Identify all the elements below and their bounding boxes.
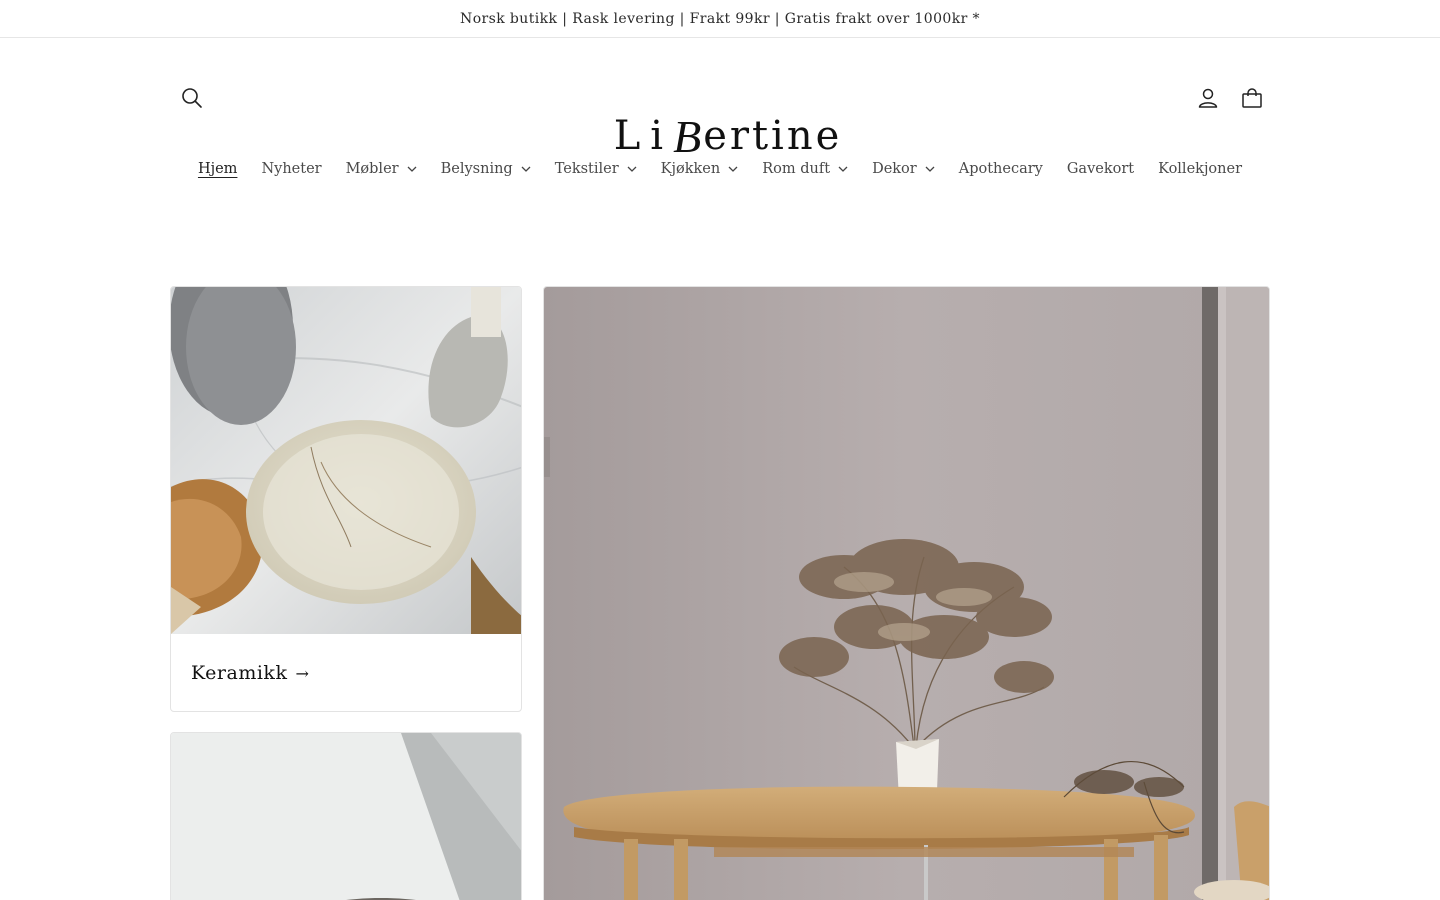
nav-label: Rom duft	[762, 161, 831, 177]
ceramics-photo	[171, 287, 521, 634]
nav-item-kollekjoner[interactable]: Kollekjoner	[1146, 150, 1254, 188]
nav-item-mobler[interactable]: Møbler	[334, 150, 429, 188]
nav-item-kjokken[interactable]: Kjøkken	[649, 150, 751, 188]
nav-label: Apothecary	[958, 161, 1043, 177]
collection-image	[171, 287, 521, 634]
nav-item-gavekort[interactable]: Gavekort	[1055, 150, 1146, 188]
collection-card-featured[interactable]	[543, 286, 1270, 900]
collection-title[interactable]: Keramikk →	[171, 634, 521, 711]
nav-label: Tekstiler	[554, 161, 619, 177]
collection-card-2[interactable]	[170, 732, 522, 900]
chevron-down-icon	[838, 166, 848, 172]
main-nav: Hjem Nyheter Møbler Belysning Tekstiler …	[0, 150, 1440, 188]
nav-label: Gavekort	[1066, 161, 1135, 177]
chevron-down-icon	[925, 166, 935, 172]
site-header: Li Bertine	[0, 38, 1440, 162]
announcement-bar: Norsk butikk | Rask levering | Frakt 99k…	[0, 0, 1440, 38]
collection-card-keramikk[interactable]: Keramikk →	[170, 286, 522, 712]
nav-label: Dekor	[872, 161, 917, 177]
account-icon	[1198, 88, 1218, 108]
nav-label: Belysning	[440, 161, 513, 177]
nav-item-rom-duft[interactable]: Rom duft	[750, 150, 860, 188]
nav-item-dekor[interactable]: Dekor	[860, 150, 947, 188]
chevron-down-icon	[627, 166, 637, 172]
nav-item-nyheter[interactable]: Nyheter	[249, 150, 333, 188]
nav-label: Møbler	[345, 161, 399, 177]
dining-table-photo	[544, 287, 1269, 900]
nav-label: Kollekjoner	[1158, 161, 1243, 177]
chevron-down-icon	[521, 166, 531, 172]
nav-item-tekstiler[interactable]: Tekstiler	[543, 150, 649, 188]
collection-image	[171, 733, 521, 900]
chevron-down-icon	[407, 166, 417, 172]
arrow-right-icon: →	[295, 663, 310, 683]
cart-icon	[1242, 88, 1262, 108]
chevron-down-icon	[728, 166, 738, 172]
nav-item-belysning[interactable]: Belysning	[429, 150, 543, 188]
collection-title-text: Keramikk	[191, 662, 288, 684]
search-button[interactable]	[172, 78, 212, 118]
account-button[interactable]	[1188, 78, 1228, 118]
announcement-text: Norsk butikk | Rask levering | Frakt 99k…	[460, 10, 980, 27]
nav-label: Nyheter	[261, 161, 322, 177]
search-icon	[182, 88, 202, 108]
nav-label: Hjem	[197, 161, 238, 177]
cart-button[interactable]	[1232, 78, 1272, 118]
nav-item-hjem[interactable]: Hjem	[186, 150, 249, 188]
nav-item-apothecary[interactable]: Apothecary	[947, 150, 1055, 188]
nav-label: Kjøkken	[660, 161, 721, 177]
